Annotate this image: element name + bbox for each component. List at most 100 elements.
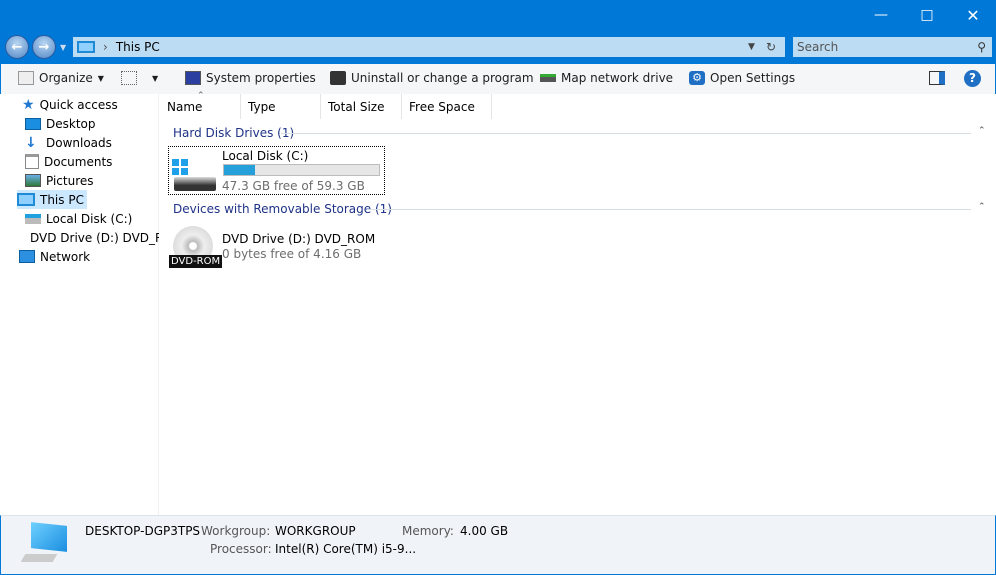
column-header-total-size[interactable]: Total Size <box>321 94 402 119</box>
computer-icon <box>17 193 35 206</box>
sidebar-item-label: Local Disk (C:) <box>46 211 133 226</box>
sidebar-item-documents[interactable]: Documents <box>25 152 112 171</box>
column-label: Name <box>167 99 203 114</box>
view-icon <box>121 71 137 85</box>
map-drive-label: Map network drive <box>561 71 674 85</box>
sidebar-item-label: Pictures <box>46 173 94 188</box>
search-icon: ⚲ <box>977 40 986 54</box>
column-label: Total Size <box>328 99 385 114</box>
group-title: Devices with Removable Storage (1) <box>173 202 392 216</box>
drive-free-space: 47.3 GB free of 59.3 GB <box>222 179 365 193</box>
collapse-icon[interactable]: ⌃ <box>978 202 986 212</box>
help-icon: ? <box>964 70 981 87</box>
download-icon: ↓ <box>25 134 37 151</box>
open-settings-button[interactable]: ⚙ Open Settings <box>689 71 795 85</box>
keyboard-icon <box>20 554 58 562</box>
open-settings-label: Open Settings <box>710 71 796 85</box>
maximize-button[interactable]: □ <box>904 0 950 30</box>
recent-locations-dropdown[interactable]: ▼ <box>60 43 66 52</box>
sidebar-item-desktop[interactable]: Desktop <box>25 114 96 133</box>
drive-item-local-disk[interactable]: Local Disk (C:) 47.3 GB free of 59.3 GB <box>168 146 385 195</box>
program-icon <box>330 71 346 85</box>
sidebar-item-label: This PC <box>40 192 84 207</box>
system-properties-icon <box>185 71 201 85</box>
preview-pane-button[interactable] <box>929 71 945 85</box>
sidebar-item-label: Downloads <box>46 135 112 150</box>
processor-label: Processor: <box>210 542 272 556</box>
pictures-icon <box>25 174 41 187</box>
computer-icon <box>77 41 95 53</box>
column-label: Type <box>248 99 276 114</box>
column-header-type[interactable]: Type <box>241 94 321 119</box>
sidebar-item-dvd-drive[interactable]: DVD Drive (D:) DVD_ROM <box>25 228 159 247</box>
gear-icon: ⚙ <box>689 71 705 85</box>
sidebar-item-label: Quick access <box>39 97 118 112</box>
sidebar-item-label: DVD Drive (D:) DVD_ROM <box>30 230 159 245</box>
organize-icon <box>18 71 34 85</box>
uninstall-program-button[interactable]: Uninstall or change a program <box>330 71 534 85</box>
dvd-rom-badge: DVD-ROM <box>169 255 223 268</box>
memory-label: Memory: <box>402 524 454 538</box>
group-header-hard-disk-drives[interactable]: Hard Disk Drives (1) <box>173 126 294 140</box>
network-icon <box>19 250 35 263</box>
sidebar-item-quick-access[interactable]: ★ Quick access <box>22 95 118 114</box>
drive-item-dvd[interactable]: DVD-ROM DVD Drive (D:) DVD_ROM 0 bytes f… <box>168 224 385 272</box>
drive-name: Local Disk (C:) <box>222 149 309 163</box>
drive-usage-fill <box>224 165 255 175</box>
sidebar-item-this-pc[interactable]: This PC <box>17 190 87 209</box>
view-button[interactable]: ▼ <box>121 71 158 85</box>
chevron-right-icon: › <box>103 40 108 54</box>
chevron-down-icon: ▼ <box>97 73 104 83</box>
preview-pane-icon <box>929 71 945 85</box>
command-bar: Organize ▼ ▼ System properties Uninstall … <box>0 64 996 94</box>
sidebar-item-downloads[interactable]: ↓ Downloads <box>25 133 112 152</box>
search-input[interactable]: Search ⚲ <box>793 37 992 57</box>
map-network-drive-button[interactable]: Map network drive <box>540 71 673 85</box>
memory-value: 4.00 GB <box>460 524 509 538</box>
sidebar-item-label: Documents <box>44 154 113 169</box>
group-title: Hard Disk Drives (1) <box>173 126 295 140</box>
refresh-icon[interactable]: ↻ <box>766 40 776 54</box>
organize-button[interactable]: Organize ▼ <box>18 71 104 85</box>
minimize-button[interactable]: — <box>858 0 904 30</box>
processor-value: Intel(R) Core(TM) i5-9... <box>275 542 417 556</box>
sort-ascending-icon: ⌃ <box>197 91 205 101</box>
column-label: Free Space <box>409 99 475 114</box>
sidebar-item-label: Network <box>40 249 91 264</box>
network-drive-icon <box>540 74 556 82</box>
address-dropdown-icon[interactable]: ▼ <box>748 42 755 52</box>
documents-icon <box>25 154 39 169</box>
drive-icon <box>25 213 41 224</box>
navigation-pane: ★ Quick access Desktop ↓ Downloads Documen… <box>1 94 159 515</box>
back-button[interactable]: ← <box>5 35 29 59</box>
close-button[interactable]: ✕ <box>950 0 996 30</box>
sidebar-item-pictures[interactable]: Pictures <box>25 171 94 190</box>
workgroup-value: WORKGROUP <box>275 524 356 538</box>
drive-free-space: 0 bytes free of 4.16 GB <box>222 247 362 261</box>
column-header-name[interactable]: Name ⌃ <box>160 91 241 119</box>
organize-label: Organize <box>39 71 93 85</box>
column-header-free-space[interactable]: Free Space <box>402 94 492 119</box>
search-placeholder: Search <box>797 40 839 54</box>
forward-button[interactable]: → <box>32 35 56 59</box>
uninstall-label: Uninstall or change a program <box>351 71 534 85</box>
sidebar-item-network[interactable]: Network <box>19 247 90 266</box>
hard-drive-icon <box>172 159 216 193</box>
drive-usage-bar <box>223 164 380 176</box>
details-pane: DESKTOP-DGP3TPS Workgroup: WORKGROUP Mem… <box>0 515 996 575</box>
title-bar: — □ ✕ ← → ▼ › This PC ▼ ↻ Search ⚲ <box>0 0 996 64</box>
sidebar-item-local-disk[interactable]: Local Disk (C:) <box>25 209 132 228</box>
group-header-removable-storage[interactable]: Devices with Removable Storage (1) <box>173 202 392 216</box>
system-properties-button[interactable]: System properties <box>185 71 316 85</box>
star-icon: ★ <box>22 96 35 113</box>
help-button[interactable]: ? <box>964 70 981 87</box>
breadcrumb: This PC <box>115 40 160 54</box>
system-properties-label: System properties <box>206 71 316 85</box>
desktop-icon <box>25 117 41 130</box>
sidebar-item-label: Desktop <box>46 116 96 131</box>
drive-name: DVD Drive (D:) DVD_ROM <box>222 232 376 246</box>
computer-name: DESKTOP-DGP3TPS <box>85 524 201 538</box>
collapse-icon[interactable]: ⌃ <box>978 126 986 136</box>
address-bar[interactable]: › This PC ▼ ↻ <box>73 37 785 57</box>
group-divider <box>281 133 971 134</box>
